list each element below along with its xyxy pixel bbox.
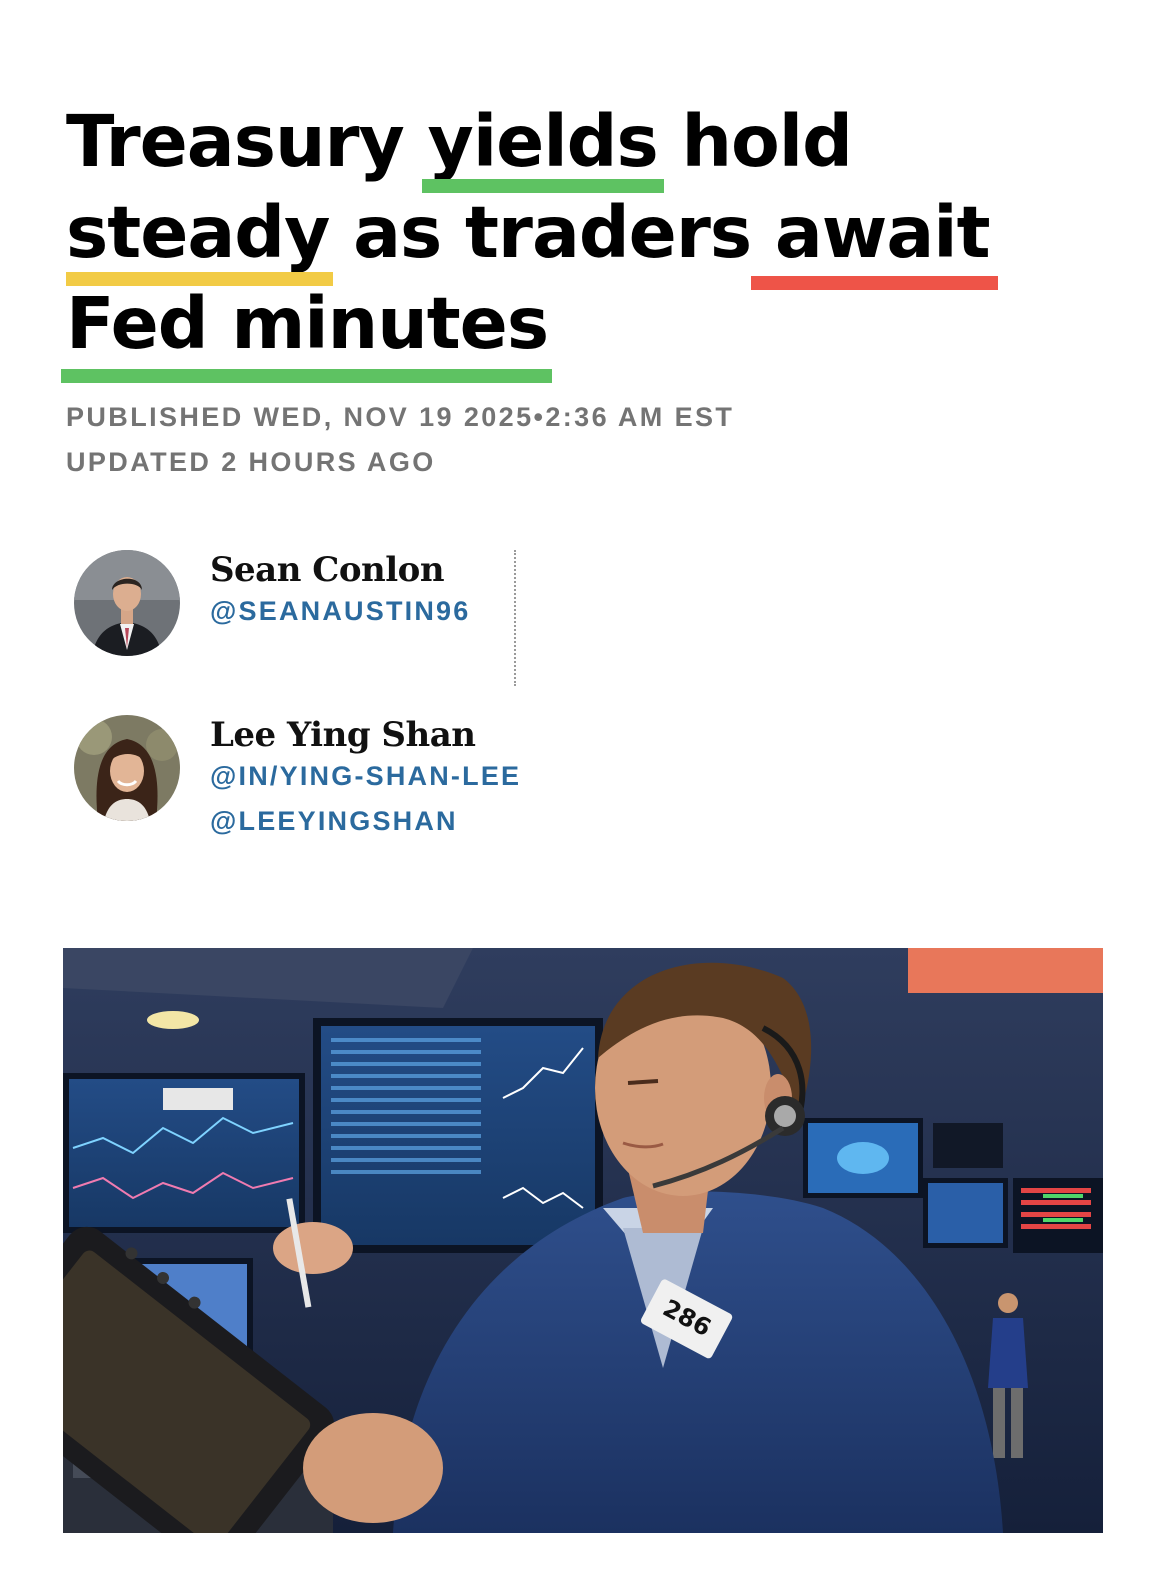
headline-word: Treasury [66,100,405,183]
author-linkedin-link[interactable]: @IN/YING-SHAN-LEE [210,761,521,792]
headline-line: Treasury yields hold [66,96,1106,193]
headline-word: traders [464,191,752,274]
avatar[interactable] [74,550,180,656]
headline-line: steady as traders await [66,187,1106,290]
headline-word-highlighted: yields [421,96,664,193]
author-handle-link[interactable]: @LEEYINGSHAN [210,806,458,837]
author-name[interactable]: Sean Conlon [210,550,445,590]
hero-image: 286 [63,948,1103,1533]
published-timestamp: PUBLISHED WED, NOV 19 2025•2:36 AM EST [66,402,735,432]
headline: Treasury yields hold steady as traders a… [61,96,1106,383]
headline-word: as [353,191,442,274]
headline-word-highlighted: steady [66,187,334,286]
author-divider [514,550,516,686]
author-name[interactable]: Lee Ying Shan [210,715,476,755]
headline-line: Fed minutes [61,278,1106,383]
headline-word-highlighted: await [750,187,998,290]
headline-word: Fed [66,282,209,365]
avatar[interactable] [74,715,180,821]
updated-timestamp: UPDATED 2 HOURS AGO [66,447,436,477]
highlight-green [61,369,553,383]
headline-word: hold [681,100,852,183]
author-handle-link[interactable]: @SEANAUSTIN96 [210,596,470,627]
headline-word-highlighted: minutes [61,278,553,383]
